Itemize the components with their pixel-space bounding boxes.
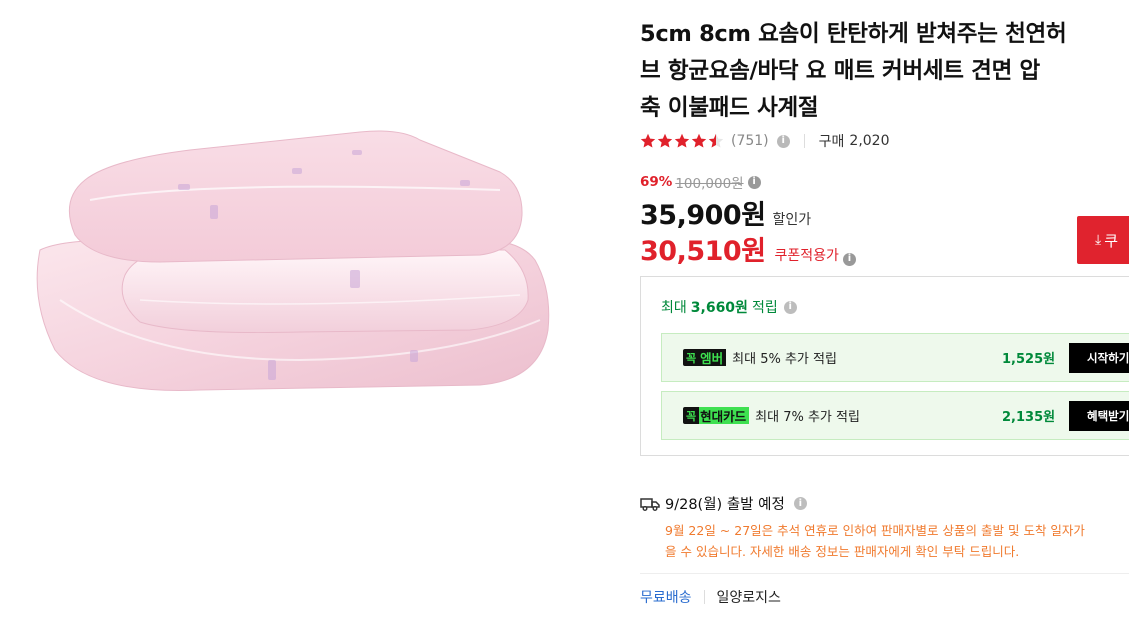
promo-row-membership[interactable]: 꼭 엠버 최대 5% 추가 적립 1,525원 시작하기	[661, 333, 1129, 382]
title-line-3: 축 이불패드 사계절	[640, 95, 819, 121]
info-icon[interactable]: i	[842, 252, 856, 266]
star-rating[interactable]	[640, 133, 725, 149]
product-title: 5cm 8cm 요솜이 탄탄하게 받쳐주는 천연허 브 항균요솜/바닥 요 매트…	[640, 16, 1120, 127]
promo-row-card[interactable]: 꼭 현대카드 최대 7% 추가 적립 2,135원 혜택받기	[661, 391, 1129, 440]
promo-brand: 현대카드	[699, 407, 750, 424]
star-icon	[691, 133, 707, 148]
coupon-price-row: 30,510원 쿠폰적용가 i	[640, 229, 856, 268]
notice-line-2: 을 수 있습니다. 자세한 배송 정보는 판매자에게 확인 부탁 드립니다.	[665, 544, 1020, 559]
star-icon	[657, 133, 673, 148]
info-icon[interactable]: i	[776, 134, 790, 148]
carrier-name: 일양로지스	[716, 590, 781, 606]
purchase-count: 2,020	[849, 133, 890, 149]
promo-description: 최대 5% 추가 적립	[732, 352, 837, 367]
truck-icon	[640, 497, 660, 511]
shipping-date-row: 9/28(월) 출발 예정 i	[640, 493, 807, 514]
promo-description: 최대 7% 추가 적립	[755, 410, 860, 425]
download-icon: ⤓	[1095, 232, 1102, 248]
original-price: 100,000원	[675, 176, 744, 192]
free-shipping-label: 무료배송	[640, 590, 692, 606]
star-icon	[640, 133, 656, 148]
shipping-footer: 무료배송 일양로지스	[640, 587, 781, 607]
shipping-date: 9/28(월) 출발 예정	[665, 497, 785, 513]
reward-prefix: 최대	[661, 300, 687, 316]
promo-logo: 꼭 현대카드	[683, 407, 750, 424]
promo-badge: 꼭	[683, 349, 700, 366]
promo-amount: 2,135원	[1002, 410, 1056, 425]
coupon-button-label: 쿠	[1104, 231, 1119, 250]
divider	[703, 590, 705, 604]
info-icon[interactable]: i	[747, 175, 761, 189]
half-star-icon	[708, 133, 724, 148]
purchase-label: 구매	[818, 134, 845, 150]
coupon-price-label: 쿠폰적용가	[774, 248, 839, 264]
product-image[interactable]	[0, 0, 600, 619]
reward-header: 최대 3,660원 적립 i	[661, 297, 797, 317]
discount-rate: 69%	[640, 174, 673, 190]
benefit-button[interactable]: 혜택받기	[1069, 400, 1129, 431]
notice-line-1: 9월 22일 ~ 27일은 추석 연휴로 인하여 판매자별로 상품의 출발 및 …	[665, 523, 1085, 538]
title-line-1: 5cm 8cm 요솜이 탄탄하게 받쳐주는 천연허	[640, 21, 1067, 47]
reward-box: 최대 3,660원 적립 i 꼭 엠버 최대 5% 추가 적립 1,525원 시…	[640, 276, 1129, 456]
reward-suffix: 적립	[751, 300, 778, 316]
coupon-download-button[interactable]: ⤓ 쿠	[1077, 216, 1129, 264]
title-line-2: 브 항균요솜/바닥 요 매트 커버세트 견면 압	[640, 58, 1040, 84]
product-info-panel: 5cm 8cm 요솜이 탄탄하게 받쳐주는 천연허 브 항균요솜/바닥 요 매트…	[640, 0, 1129, 619]
promo-amount: 1,525원	[1002, 352, 1056, 367]
sale-price-label: 할인가	[772, 212, 812, 228]
discount-row: 69% 100,000원 i	[640, 172, 761, 192]
shipping-notice: 9월 22일 ~ 27일은 추석 연휴로 인하여 판매자별로 상품의 출발 및 …	[665, 520, 1129, 562]
divider	[803, 134, 805, 148]
start-button[interactable]: 시작하기	[1069, 342, 1129, 373]
coupon-price: 30,510원	[640, 236, 766, 267]
sale-price: 35,900원	[640, 200, 766, 231]
rating-row: (751) i 구매 2,020	[640, 130, 890, 152]
star-icon	[674, 133, 690, 148]
sale-price-row: 35,900원 할인가	[640, 193, 811, 232]
info-icon[interactable]: i	[793, 497, 807, 510]
promo-badge: 꼭	[683, 407, 700, 424]
review-count[interactable]: (751)	[731, 133, 769, 149]
reward-amount: 3,660원	[690, 300, 748, 316]
promo-brand: 엠버	[699, 349, 727, 366]
divider	[640, 573, 1129, 574]
promo-logo: 꼭 엠버	[683, 349, 727, 366]
info-icon[interactable]: i	[783, 300, 797, 314]
